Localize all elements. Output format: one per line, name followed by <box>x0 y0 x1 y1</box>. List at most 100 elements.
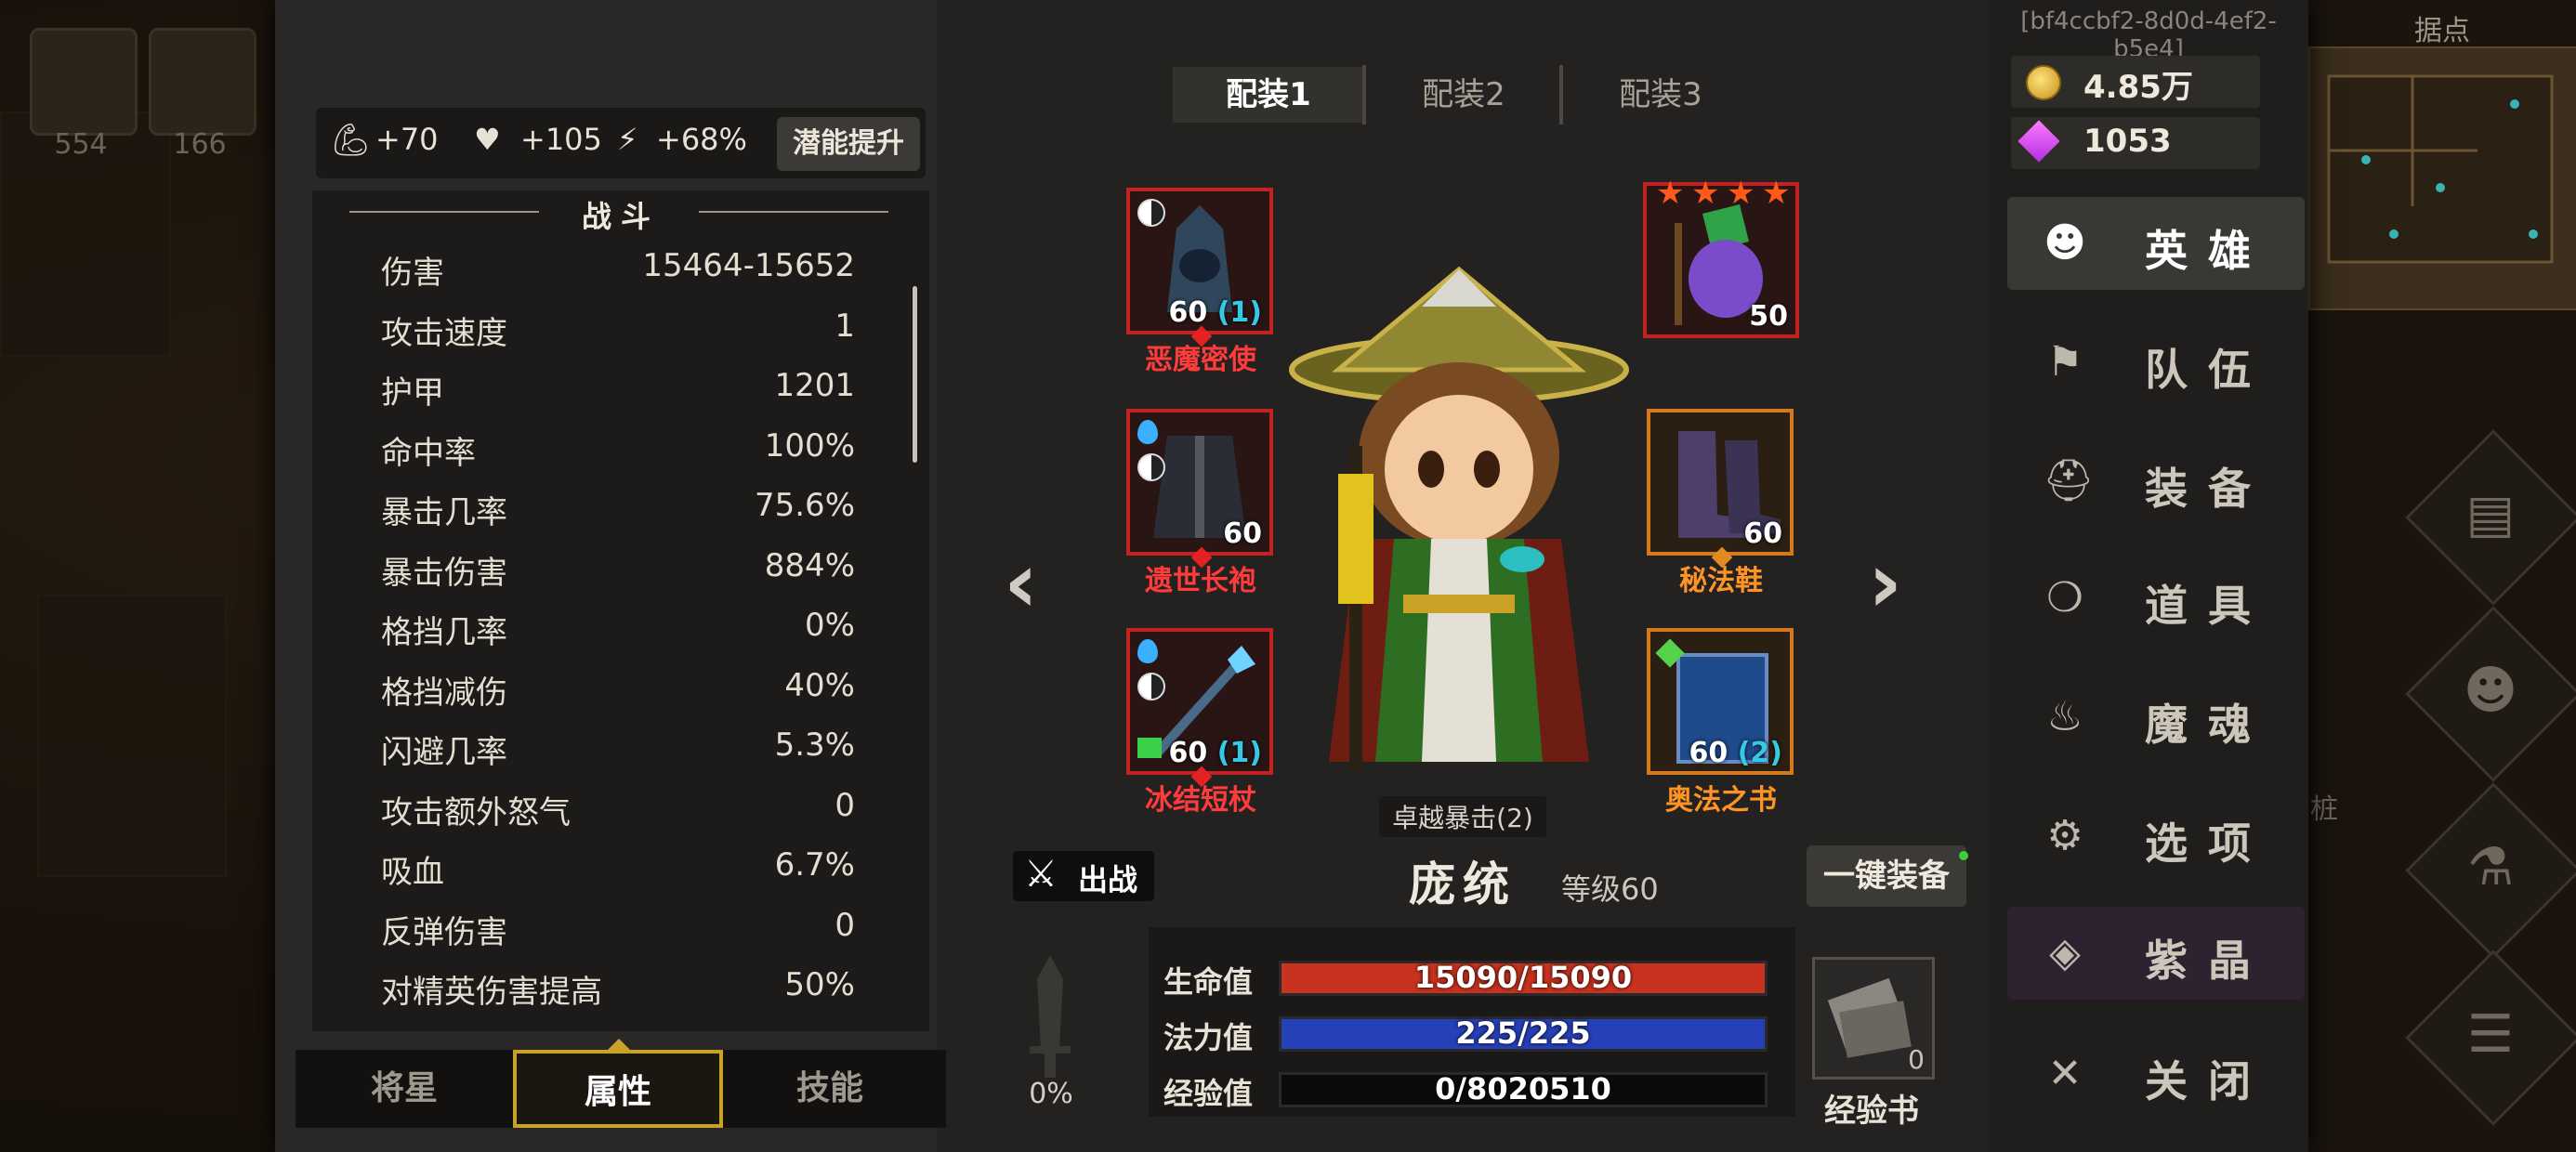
equip-slot-book[interactable]: 60 (2) <box>1647 628 1794 775</box>
gold-coin-icon <box>2026 65 2061 100</box>
nav-label: 选项 <box>2145 818 2271 869</box>
nav-label: 道具 <box>2145 581 2271 631</box>
stat-value: 5.3% <box>774 727 855 764</box>
users-icon: ☻ <box>2463 661 2518 721</box>
nav-button-0[interactable]: ☻ 英雄 <box>2007 197 2305 290</box>
stat-row: 吸血 6.7% <box>381 846 855 902</box>
tab-attributes[interactable]: 属性 <box>513 1050 723 1128</box>
stat-name: 格挡几率 <box>381 614 507 651</box>
crystal-amount: 1053 <box>2083 123 2172 160</box>
crossed-swords-icon: ⚔ <box>1024 853 1058 896</box>
item-bonus: (1) <box>1216 737 1262 769</box>
stat-row: 暴击几率 75.6% <box>381 487 855 543</box>
nav-button-2[interactable]: ⛑ 装备 <box>2007 435 2305 528</box>
tab-loadout-3[interactable]: 配装3 <box>1565 67 1756 123</box>
star-icon: ★ <box>1727 175 1755 212</box>
nav-label: 装备 <box>2145 464 2271 514</box>
stat-name: 格挡减伤 <box>381 674 507 712</box>
equip-slot-armor[interactable]: 60 <box>1126 409 1273 569</box>
quick-slot-count: 166 <box>173 128 227 161</box>
pet-level: 50 <box>1749 300 1788 333</box>
quick-slot-potion[interactable] <box>30 28 138 136</box>
mp-label: 法力值 <box>1163 1020 1254 1055</box>
gear-icon: ⚙ <box>2046 812 2083 859</box>
stat-name: 暴击几率 <box>381 494 507 531</box>
hero-trait-label[interactable]: 卓越暴击(2) <box>1379 796 1546 837</box>
nav-button-5[interactable]: ⚙ 选项 <box>2007 790 2305 883</box>
potential-health-value: +105 <box>520 122 602 157</box>
hp-value: 15090/15090 <box>1413 960 1633 995</box>
tab-loadout-2[interactable]: 配装2 <box>1368 67 1559 123</box>
deploy-label: 出战 <box>1078 862 1138 897</box>
world-overlay <box>0 0 279 1152</box>
stat-value: 15464-15652 <box>642 247 855 284</box>
stat-value: 0% <box>805 607 855 644</box>
tab-skills[interactable]: 技能 <box>725 1050 935 1128</box>
lightning-icon: ⚡︎ <box>617 122 638 157</box>
equip-slot-boots[interactable]: 60 <box>1647 409 1794 569</box>
minimap-drawing <box>2327 74 2554 264</box>
minimap[interactable] <box>2308 46 2576 310</box>
stat-value: 6.7% <box>774 846 855 884</box>
notification-dot <box>1959 851 1968 860</box>
blue-drop-icon <box>1137 420 1158 444</box>
flame-icon: ♨ <box>2046 693 2083 740</box>
auto-equip-button[interactable]: 一键装备 <box>1807 845 1966 907</box>
quick-slot-feather[interactable] <box>149 28 256 136</box>
nav-button-6[interactable]: ◈ 紫晶 <box>2007 907 2305 1000</box>
stat-value: 100% <box>764 426 855 465</box>
potential-strength: 💪︎ <box>331 122 371 159</box>
list-icon: ☰ <box>2466 1004 2515 1065</box>
yin-yang-icon <box>1137 199 1165 227</box>
nav-button-7[interactable]: ✕ 关闭 <box>2007 1028 2305 1120</box>
weapon-name: 冰结短杖 <box>1145 784 1256 817</box>
nav-label: 关闭 <box>2145 1056 2271 1106</box>
nav-label: 紫晶 <box>2145 936 2271 986</box>
potential-energy-value: +68% <box>656 122 747 157</box>
nav-label: 队伍 <box>2145 345 2271 395</box>
sword-percent: 0% <box>1029 1078 1073 1110</box>
boots-name: 秘法鞋 <box>1679 565 1763 597</box>
stat-name: 护甲 <box>381 374 444 412</box>
mp-value: 225/225 <box>1455 1015 1591 1051</box>
hp-bar: 15090/15090 <box>1279 960 1768 996</box>
stat-name: 反弹伤害 <box>381 913 507 951</box>
stat-name: 吸血 <box>381 854 444 891</box>
tab-loadout-1[interactable]: 配装1 <box>1173 67 1364 123</box>
potential-upgrade-button[interactable]: 潜能提升 <box>777 117 920 171</box>
stat-row: 闪避几率 5.3% <box>381 727 855 782</box>
combat-section-title: 战斗 <box>581 199 660 234</box>
sword-icon <box>1030 955 1071 1078</box>
exp-book-button[interactable]: 0 <box>1812 957 1935 1080</box>
users-icon: ☻ <box>2044 219 2086 267</box>
star-icon: ★ <box>1691 175 1720 212</box>
tab-stars[interactable]: 将星 <box>299 1050 509 1128</box>
stat-row: 攻击速度 1 <box>381 308 855 363</box>
stat-name: 闪避几率 <box>381 734 507 771</box>
prev-hero-arrow-icon[interactable]: ‹ <box>1004 534 1038 632</box>
item-level: 60 <box>1689 737 1728 769</box>
nav-button-1[interactable]: ⚑ 队伍 <box>2007 316 2305 409</box>
stat-row: 命中率 100% <box>381 427 855 483</box>
potion-icon: ⚗ <box>2466 837 2515 897</box>
exp-book-count: 0 <box>1908 1044 1925 1075</box>
mp-bar: 225/225 <box>1279 1015 1768 1052</box>
stat-row: 暴击伤害 884% <box>381 547 855 603</box>
stat-row: 攻击额外怒气 0 <box>381 787 855 843</box>
helmet-name: 恶魔密使 <box>1145 344 1256 376</box>
stats-scrollbar[interactable] <box>913 286 917 463</box>
world-side-label: 桩 <box>2310 793 2338 826</box>
nav-label: 魔魂 <box>2145 700 2271 750</box>
helmet-icon: ⛑ <box>2043 457 2095 504</box>
stat-name: 命中率 <box>381 434 476 472</box>
yin-yang-icon <box>1137 673 1165 700</box>
nav-button-3[interactable]: ❍ 道具 <box>2007 552 2305 645</box>
item-level: 60 <box>1223 517 1262 550</box>
nav-button-4[interactable]: ♨ 魔魂 <box>2007 671 2305 764</box>
equip-slot-helmet[interactable]: 60 (1) <box>1126 188 1273 347</box>
equip-slot-weapon[interactable]: 60 (1) <box>1126 628 1273 788</box>
item-level: 60 <box>1743 517 1782 550</box>
stat-value: 0 <box>835 906 855 944</box>
next-hero-arrow-icon[interactable]: › <box>1868 534 1902 632</box>
hero-portrait <box>1289 266 1629 771</box>
